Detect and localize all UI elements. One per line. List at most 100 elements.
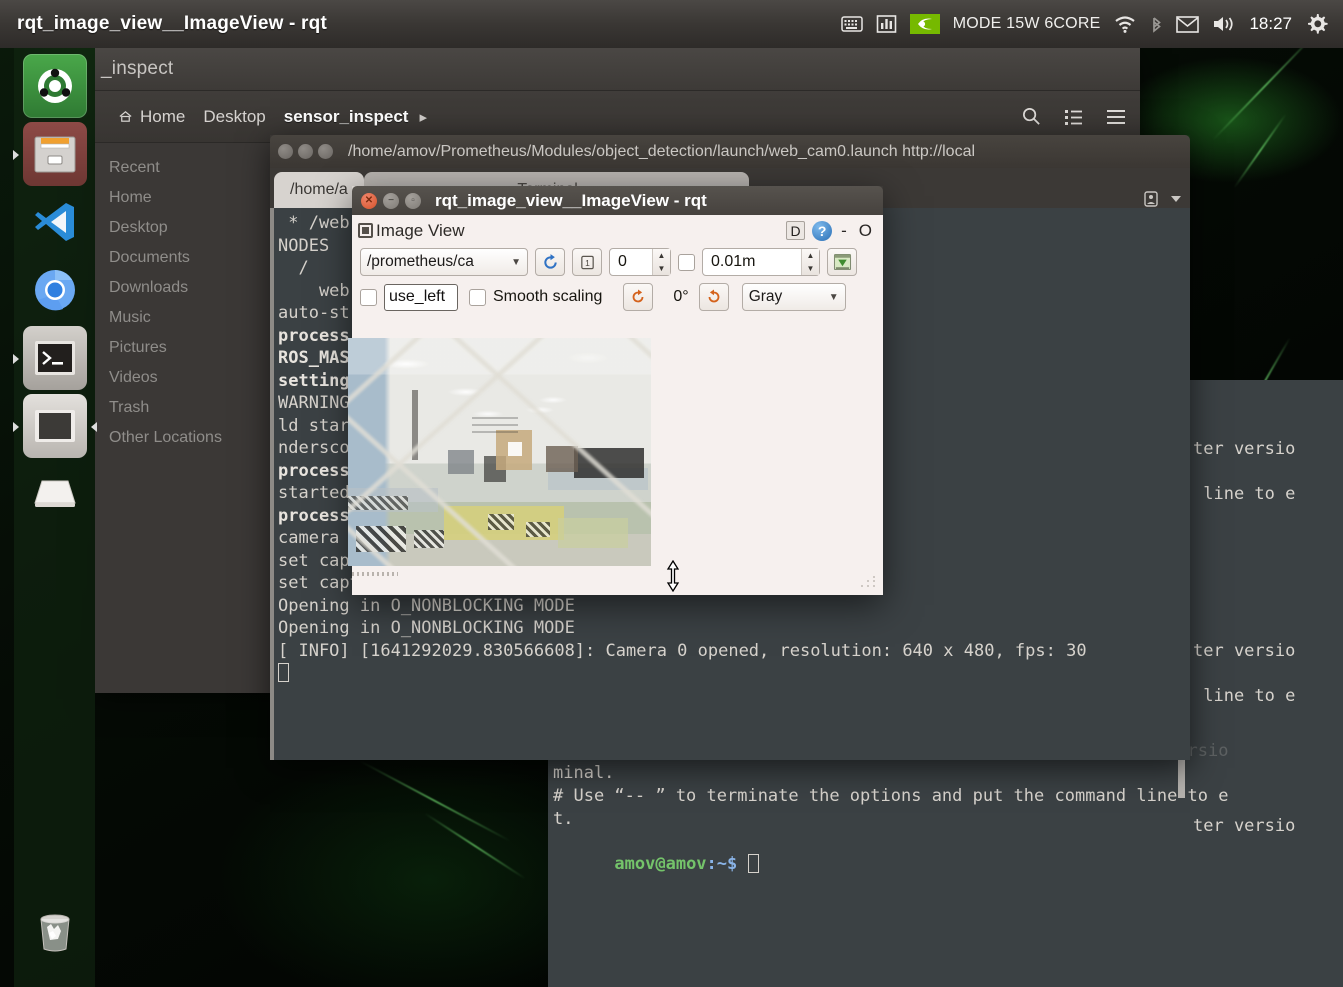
max-range-value: 0.01m [711, 253, 756, 270]
rotate-right-icon [708, 289, 720, 303]
dock-item-display[interactable] [12, 394, 97, 458]
mouse-publish-topic-input[interactable]: use_left [384, 283, 458, 311]
camera-feed[interactable] [348, 338, 651, 566]
sidebar-item-desktop[interactable]: Desktop [95, 213, 225, 243]
terminal-back-line-22: [ INFO] [1641292029.830566608]: Camera 0… [278, 640, 1087, 661]
gear-icon[interactable] [1305, 12, 1329, 36]
terminal-back-scrollbar[interactable] [270, 208, 274, 760]
dock-item-ubuntu-dash[interactable] [22, 54, 87, 118]
rqt-dock-close-button[interactable]: O [856, 221, 875, 241]
rqt-minimize-button[interactable]: − [383, 192, 399, 209]
sidebar-item-recent[interactable]: Recent [95, 153, 225, 183]
file-manager-title: _inspect [101, 58, 174, 79]
nvidia-icon[interactable] [909, 13, 940, 35]
breadcrumb-sensor-inspect[interactable]: sensor_inspect [275, 103, 418, 131]
terminal-back-line-21: Opening in O_NONBLOCKING MODE [278, 618, 575, 638]
trash-icon [40, 914, 69, 952]
keyboard-icon[interactable] [840, 14, 863, 34]
publish-index-spinbox[interactable]: 0 ▲ ▼ [609, 248, 671, 276]
dock-widget-icon [358, 223, 373, 238]
sidebar-item-other-locations[interactable]: Other Locations [95, 423, 225, 453]
sidebar-item-documents[interactable]: Documents [95, 243, 225, 273]
vertical-resize-cursor [666, 560, 680, 592]
zoom-one-to-one-button[interactable]: 1 [572, 248, 602, 276]
dock-item-vscode[interactable] [23, 190, 87, 254]
rqt-maximize-button[interactable]: ▫ [405, 192, 421, 209]
max-range-spinbox[interactable]: 0.01m ▲ ▼ [702, 248, 820, 276]
launcher-dock[interactable] [12, 48, 97, 987]
rqt-help-button[interactable]: ? [812, 220, 833, 241]
terminal-back-cursor-line [278, 662, 1190, 685]
rqt-dock-minimize-button[interactable]: - [839, 221, 849, 241]
terminal-maximize-button[interactable] [318, 144, 333, 159]
rqt-titlebar: ✕ − ▫ rqt_image_view__ImageView - rqt [352, 186, 883, 215]
terminal-minimize-button[interactable] [298, 144, 313, 159]
colormap-combo-box[interactable]: Gray ▼ [741, 283, 846, 311]
dock-item-drive[interactable] [23, 462, 87, 526]
rqt-dock-title: Image View [376, 220, 465, 240]
terminal-tab-1[interactable]: /home/a [274, 172, 364, 208]
dock-item-files[interactable] [12, 122, 87, 186]
terminal-right-lower-3: # Use “-- ” to terminate the options and… [553, 786, 1229, 806]
stepper-up-icon[interactable]: ▲ [802, 249, 819, 262]
breadcrumb-sensor-inspect-label: sensor_inspect [283, 106, 409, 126]
rqt-detach-button[interactable]: D [786, 221, 806, 240]
hamburger-menu-icon[interactable] [1106, 108, 1126, 126]
chevron-down-icon[interactable] [1170, 194, 1182, 204]
dynamic-range-checkbox[interactable] [678, 253, 695, 271]
wifi-icon[interactable] [1113, 15, 1137, 34]
dock-item-chromium[interactable] [23, 258, 87, 322]
system-monitor-icon[interactable] [876, 14, 897, 34]
publish-index-stepper[interactable]: ▲ ▼ [652, 249, 670, 275]
sidebar-item-music[interactable]: Music [95, 303, 225, 333]
terminal-right-edge-2: line to e [1193, 484, 1296, 504]
publish-index-value: 0 [618, 253, 627, 270]
mail-icon[interactable] [1176, 15, 1200, 33]
rqt-close-button[interactable]: ✕ [361, 192, 377, 209]
file-manager-titlebar: _inspect [95, 48, 1140, 91]
stepper-down-icon[interactable]: ▼ [653, 262, 670, 275]
display-icon [34, 410, 75, 442]
chevron-down-icon: ▼ [511, 256, 521, 268]
top-panel-title: rqt_image_view__ImageView - rqt [17, 13, 327, 34]
volume-icon[interactable] [1212, 14, 1236, 34]
rotate-left-button[interactable] [623, 283, 654, 311]
mouse-publish-checkbox[interactable] [360, 288, 377, 306]
sidebar-item-videos[interactable]: Videos [95, 363, 225, 393]
sidebar-item-downloads[interactable]: Downloads [95, 273, 225, 303]
sidebar-item-home[interactable]: Home [95, 183, 225, 213]
dock-item-terminal[interactable] [12, 326, 87, 390]
refresh-topics-button[interactable] [535, 248, 565, 276]
topic-combo-box[interactable]: /prometheus/ca ▼ [360, 248, 528, 276]
image-dotted-edge [352, 572, 398, 576]
rotate-right-button[interactable] [698, 283, 729, 311]
terminal-close-button[interactable] [278, 144, 293, 159]
max-range-stepper[interactable]: ▲ ▼ [801, 249, 819, 275]
save-image-button[interactable] [827, 248, 857, 276]
save-image-icon [833, 253, 851, 271]
file-manager-sidebar[interactable]: Recent Home Desktop Documents Downloads … [95, 143, 225, 693]
sidebar-item-pictures[interactable]: Pictures [95, 333, 225, 363]
dock-item-trash[interactable] [23, 901, 87, 965]
stepper-down-icon[interactable]: ▼ [802, 262, 819, 275]
clock-label[interactable]: 18:27 [1249, 14, 1292, 34]
bluetooth-icon[interactable] [1150, 14, 1163, 35]
list-view-icon[interactable] [1064, 108, 1084, 126]
stepper-up-icon[interactable]: ▲ [653, 249, 670, 262]
terminal-right-edge-5: ter versio [1193, 816, 1296, 836]
files-icon [34, 136, 75, 173]
search-icon[interactable] [1021, 106, 1042, 127]
rqt-window-title: rqt_image_view__ImageView - rqt [435, 190, 707, 210]
power-mode-label[interactable]: MODE 15W 6CORE [953, 15, 1101, 33]
rotation-value: 0° [673, 288, 689, 305]
breadcrumb-home[interactable]: Home [109, 103, 194, 131]
mouse-publish-topic-value: use_left [389, 288, 446, 305]
smooth-scaling-checkbox[interactable] [469, 288, 486, 306]
terminal-right-edge-1: ter versio [1193, 439, 1296, 459]
sidebar-item-trash[interactable]: Trash [95, 393, 225, 423]
terminal-new-tab-icon[interactable] [1142, 190, 1160, 208]
rqt-toolbar-row-2: use_left Smooth scaling 0° Gray ▼ [352, 278, 883, 313]
breadcrumb-more-icon[interactable]: ▸ [419, 108, 427, 126]
resize-grip[interactable] [861, 576, 877, 590]
breadcrumb-desktop[interactable]: Desktop [194, 103, 274, 131]
